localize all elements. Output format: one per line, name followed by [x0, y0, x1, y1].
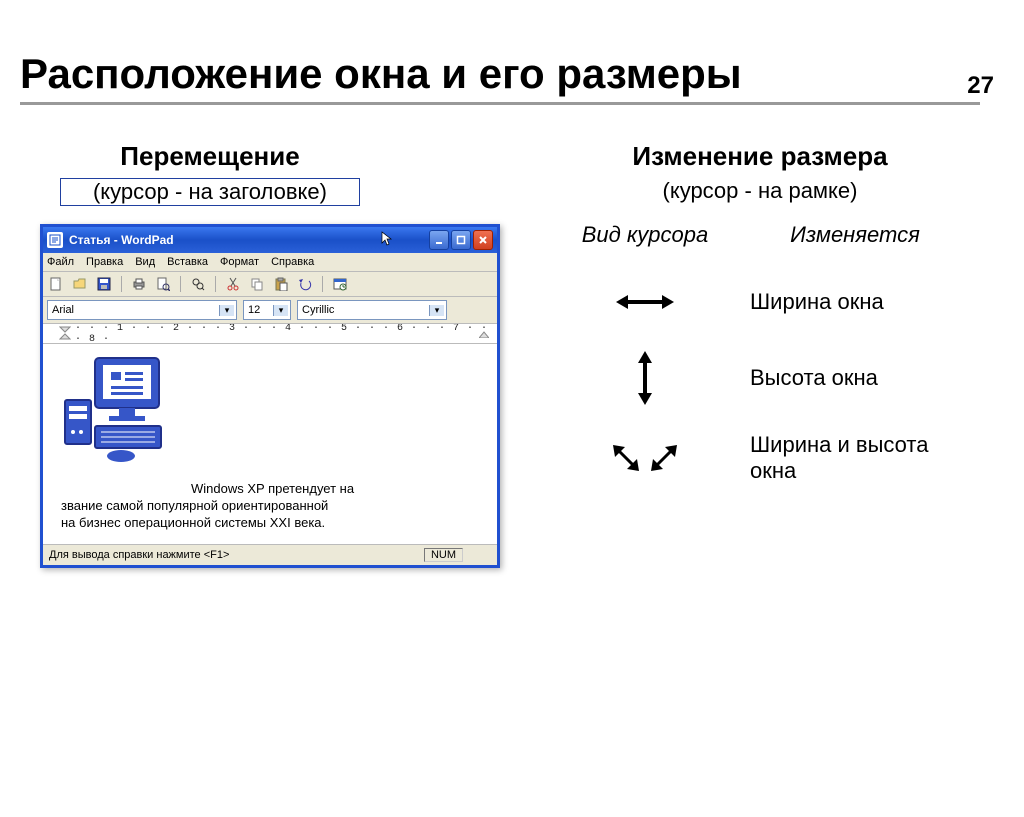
ruler[interactable]: · · · 1 · · · 2 · · · 3 · · · 4 · · · 5 …: [43, 324, 497, 344]
document-text: Windows XP претендует на звание самой по…: [61, 481, 483, 532]
menu-insert[interactable]: Вставка: [167, 256, 208, 268]
format-bar: Arial ▾ 12 ▾ Cyrillic ▾: [43, 297, 497, 324]
doc-line-2: звание самой популярной ориентированной: [61, 498, 483, 515]
toolbar: [43, 272, 497, 297]
menu-file[interactable]: Файл: [47, 256, 74, 268]
font-name-combo[interactable]: Arial ▾: [47, 300, 237, 320]
slide-title: Расположение окна и его размеры: [20, 50, 980, 105]
chevron-down-icon: ▾: [429, 305, 444, 316]
toolbar-separator: [215, 276, 216, 292]
doc-line-3: на бизнес операционной системы XXI века.: [61, 515, 483, 532]
right-heading: Изменение размера: [540, 141, 980, 172]
minimize-button[interactable]: [429, 230, 449, 250]
cursor-col1-header: Вид курсора: [540, 222, 750, 248]
cursor-diagonal-icon: [540, 436, 750, 480]
titlebar[interactable]: Статья - WordPad: [43, 227, 497, 253]
status-help: Для вывода справки нажмите <F1>: [49, 549, 229, 561]
save-icon[interactable]: [95, 275, 113, 293]
statusbar: Для вывода справки нажмите <F1> NUM: [43, 544, 497, 565]
print-icon[interactable]: [130, 275, 148, 293]
new-icon[interactable]: [47, 275, 65, 293]
datetime-icon[interactable]: [331, 275, 349, 293]
window-title: Статья - WordPad: [69, 233, 381, 247]
menu-edit[interactable]: Правка: [86, 256, 123, 268]
toolbar-separator: [121, 276, 122, 292]
chevron-down-icon: ▾: [273, 305, 288, 316]
copy-icon[interactable]: [248, 275, 266, 293]
menubar: Файл Правка Вид Вставка Формат Справка: [43, 253, 497, 272]
wordpad-window: Статья - WordPad Файл Правка Вид Вста: [40, 224, 500, 568]
cursor-row3-label: Ширина и высота окна: [750, 432, 960, 484]
cursor-pointer-icon: [381, 231, 397, 250]
cursor-col2-header: Изменяется: [750, 222, 960, 248]
font-name-value: Arial: [52, 304, 219, 316]
ruler-ticks: · · · 1 · · · 2 · · · 3 · · · 4 · · · 5 …: [75, 324, 497, 344]
left-heading: Перемещение: [60, 141, 360, 172]
close-button[interactable]: [473, 230, 493, 250]
cursor-row2-label: Высота окна: [750, 365, 960, 391]
find-icon[interactable]: [189, 275, 207, 293]
computer-illustration-icon: [61, 352, 173, 464]
left-subheading: (курсор - на заголовке): [60, 178, 360, 206]
ruler-right-indent-icon: [479, 330, 489, 341]
cursor-row1-label: Ширина окна: [750, 289, 960, 315]
maximize-button[interactable]: [451, 230, 471, 250]
cursor-vertical-icon: [540, 356, 750, 400]
script-combo[interactable]: Cyrillic ▾: [297, 300, 447, 320]
cursor-table: Вид курсора Изменяется Ширина окна Высот…: [540, 222, 980, 484]
paste-icon[interactable]: [272, 275, 290, 293]
chevron-down-icon: ▾: [219, 305, 234, 316]
cut-icon[interactable]: [224, 275, 242, 293]
ruler-indent-icon: [59, 326, 71, 340]
font-size-value: 12: [248, 304, 273, 316]
toolbar-separator: [180, 276, 181, 292]
page-number: 27: [967, 72, 994, 100]
right-subheading: (курсор - на рамке): [540, 178, 980, 204]
menu-format[interactable]: Формат: [220, 256, 259, 268]
cursor-horizontal-icon: [540, 280, 750, 324]
app-icon: [47, 232, 63, 248]
menu-view[interactable]: Вид: [135, 256, 155, 268]
print-preview-icon[interactable]: [154, 275, 172, 293]
doc-line-1: Windows XP претендует на: [61, 481, 483, 498]
toolbar-separator: [322, 276, 323, 292]
undo-icon[interactable]: [296, 275, 314, 293]
font-size-combo[interactable]: 12 ▾: [243, 300, 291, 320]
script-value: Cyrillic: [302, 304, 429, 316]
open-icon[interactable]: [71, 275, 89, 293]
status-num: NUM: [424, 548, 463, 562]
menu-help[interactable]: Справка: [271, 256, 314, 268]
document-area[interactable]: Windows XP претендует на звание самой по…: [43, 344, 497, 544]
